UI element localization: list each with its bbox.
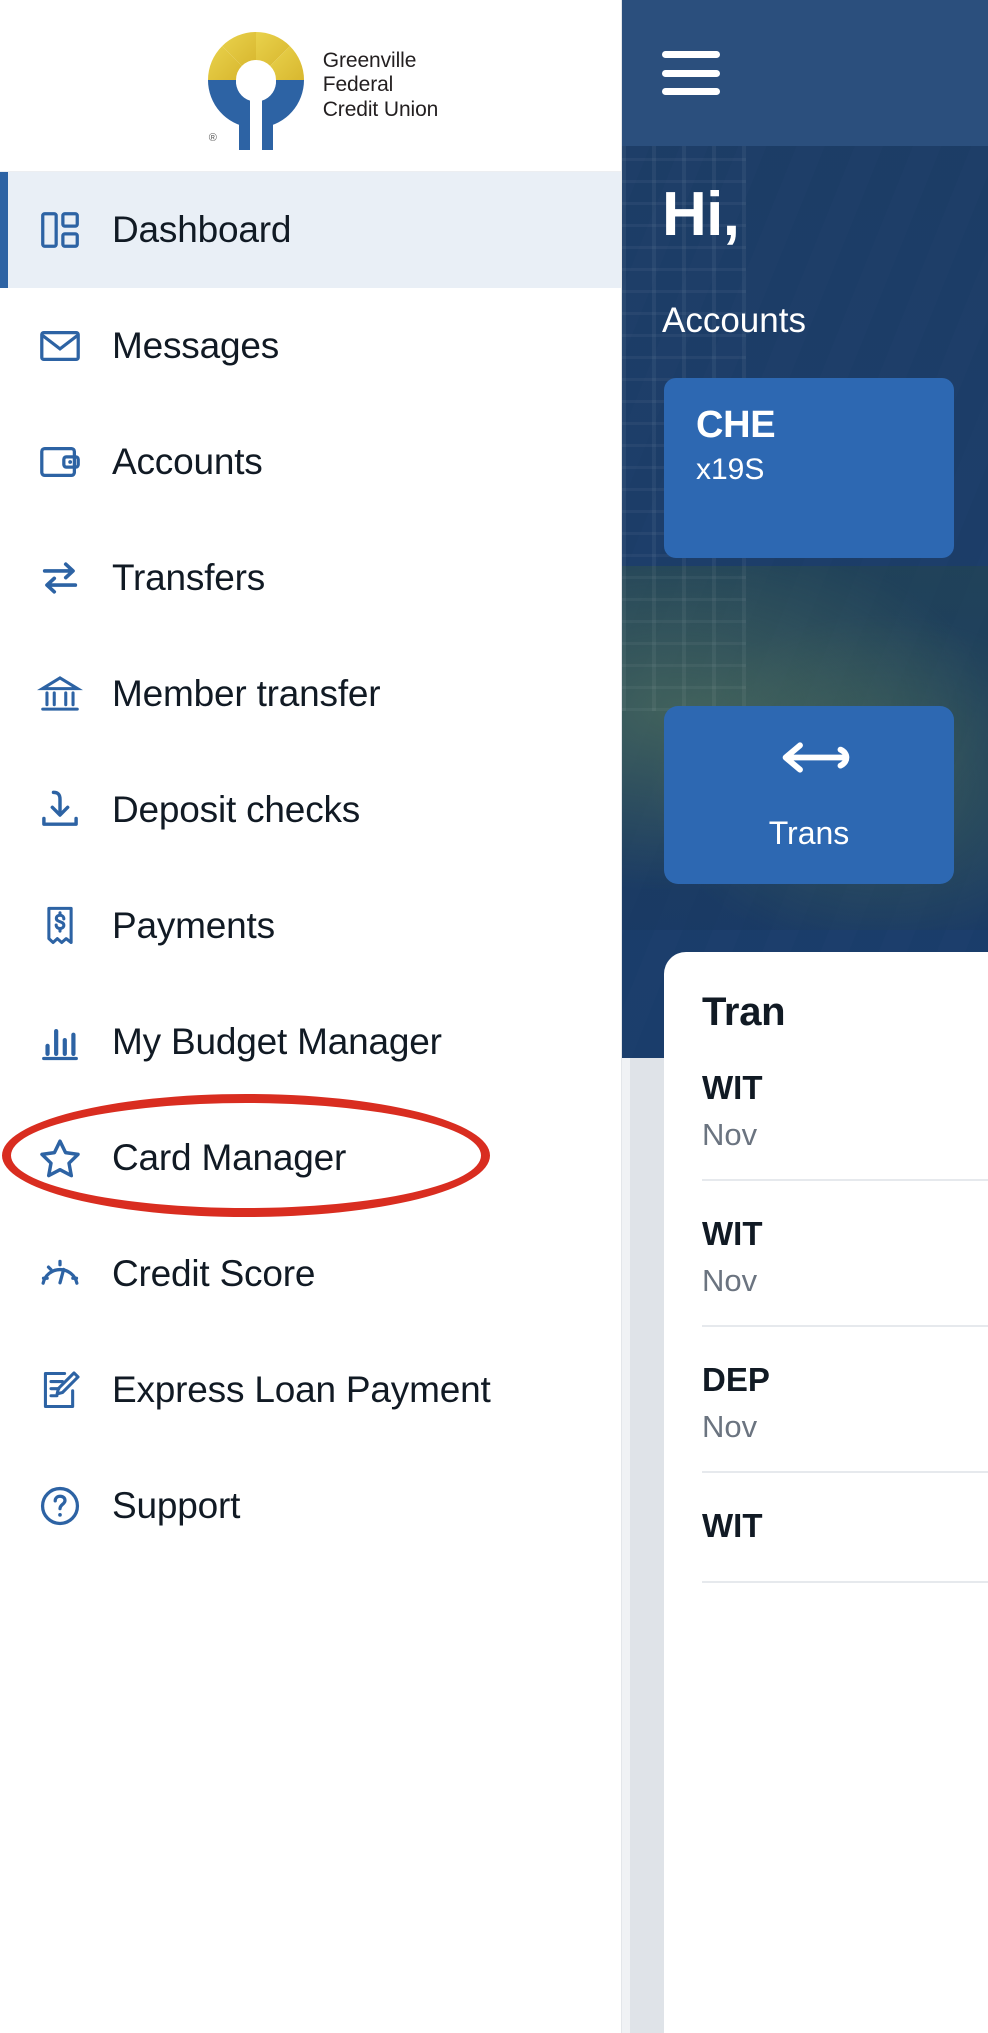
pane-scroll-strip[interactable] (630, 1058, 664, 2033)
transaction-name: WIT (702, 1215, 763, 1252)
quick-action-label: Trans (768, 814, 850, 851)
brand-line-2: Federal (322, 73, 394, 97)
bank-icon (34, 668, 86, 720)
sidebar-item-card-manager[interactable]: Card Manager (0, 1100, 621, 1216)
transaction-date: Nov (702, 1263, 758, 1298)
credit-union-logo-icon: ® (203, 22, 309, 150)
hamburger-bar (662, 51, 720, 58)
envelope-icon (34, 320, 86, 372)
app-preview-pane: Hi, Accounts CHE x19S Trans Tran WIT Nov… (622, 0, 988, 2033)
sidebar-item-deposit-checks[interactable]: Deposit checks (0, 752, 621, 868)
hamburger-bar (662, 69, 720, 77)
star-icon (34, 1132, 86, 1184)
sidebar-item-label: Member transfer (112, 673, 381, 714)
sidebar-item-label: Accounts (112, 441, 263, 482)
sidebar-item-dashboard[interactable]: Dashboard (0, 172, 621, 288)
bar-chart-icon (34, 1016, 86, 1068)
transaction-row[interactable]: WIT Nov (702, 1035, 988, 1181)
transactions-card: Tran WIT Nov WIT Nov DEP Nov WIT (664, 952, 988, 2033)
sidebar-item-label: Express Loan Payment (112, 1369, 491, 1410)
account-card[interactable]: CHE x19S (664, 378, 954, 558)
question-circle-icon (34, 1480, 86, 1532)
brand-name: Greenville Federal Credit Union (323, 49, 439, 122)
brand-line-3: Credit Union (322, 97, 439, 121)
sidebar-item-member-transfer[interactable]: Member transfer (0, 636, 621, 752)
transaction-row[interactable]: DEP Nov (702, 1327, 988, 1473)
sidebar-item-label: Dashboard (112, 209, 292, 250)
wallet-icon (34, 436, 86, 488)
download-tray-icon (34, 784, 86, 836)
transaction-date: Nov (702, 1117, 758, 1152)
brand-logo[interactable]: ® Greenville Federal Credit Union (0, 0, 621, 172)
sidebar-item-label: Messages (112, 325, 280, 366)
sidebar-item-label: Transfers (112, 557, 266, 598)
transaction-name: WIT (702, 1507, 763, 1544)
dashboard-icon (34, 204, 86, 256)
sidebar-item-payments[interactable]: Payments (0, 868, 621, 984)
document-edit-icon (34, 1364, 86, 1416)
transfer-arrows-icon (34, 552, 86, 604)
sidebar-nav: Dashboard Messages Accounts Transfers Me… (0, 172, 621, 2033)
sidebar-item-label: Credit Score (112, 1253, 316, 1294)
greeting-text: Hi, (662, 180, 740, 249)
transaction-row[interactable]: WIT Nov (702, 1181, 988, 1327)
sidebar-item-express-loan-payment[interactable]: Express Loan Payment (0, 1332, 621, 1448)
hero-content: Hi, Accounts (622, 146, 988, 341)
sidebar-item-messages[interactable]: Messages (0, 288, 621, 404)
account-card-number: x19S (696, 453, 765, 486)
registered-trademark-mark: ® (208, 131, 217, 144)
app-root: ® Greenville Federal Credit Union Dashbo… (0, 0, 988, 2033)
transfer-arrow-icon (782, 741, 850, 773)
sidebar-item-label: Support (112, 1485, 241, 1526)
transaction-name: DEP (702, 1361, 770, 1398)
sidebar-item-my-budget-manager[interactable]: My Budget Manager (0, 984, 621, 1100)
sidebar-item-credit-score[interactable]: Credit Score (0, 1216, 621, 1332)
sidebar-item-accounts[interactable]: Accounts (0, 404, 621, 520)
transaction-name: WIT (702, 1069, 763, 1106)
transaction-date: Nov (702, 1409, 758, 1444)
hamburger-menu-icon[interactable] (662, 51, 720, 95)
gauge-icon (34, 1248, 86, 1300)
sidebar-item-support[interactable]: Support (0, 1448, 621, 1564)
hero-banner: Hi, Accounts (622, 146, 988, 1058)
sidebar-item-label: Payments (112, 905, 275, 946)
account-card-title: CHE (696, 404, 776, 446)
sidebar: ® Greenville Federal Credit Union Dashbo… (0, 0, 622, 2033)
transaction-row[interactable]: WIT (702, 1473, 988, 1583)
quick-action-transfer-button[interactable]: Trans (664, 706, 954, 884)
sidebar-item-label: My Budget Manager (112, 1021, 442, 1062)
transactions-title: Tran (702, 990, 786, 1034)
hamburger-bar (662, 88, 720, 95)
brand-line-1: Greenville (322, 48, 417, 72)
dollar-tag-icon (34, 900, 86, 952)
accounts-section-label: Accounts (662, 301, 806, 341)
pane-topbar (622, 0, 988, 146)
sidebar-item-label: Card Manager (112, 1137, 347, 1178)
sidebar-item-transfers[interactable]: Transfers (0, 520, 621, 636)
sidebar-item-label: Deposit checks (112, 789, 361, 830)
